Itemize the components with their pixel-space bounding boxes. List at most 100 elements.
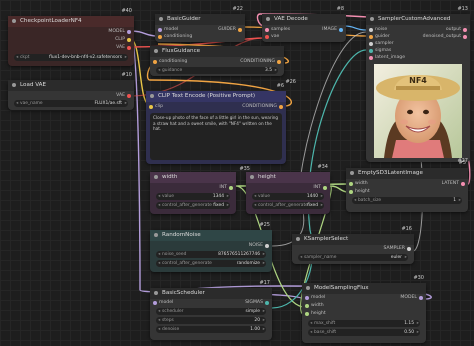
node-title[interactable]: EmptySD3LatentImage xyxy=(346,168,468,179)
node-title[interactable]: BasicGuider xyxy=(155,14,245,25)
control-after-generate-select[interactable]: ◂ control_after_generate fixed ▸ xyxy=(156,202,230,209)
node-graph-canvas[interactable]: #40 CheckpointLoaderNF4 MODEL CLIP VAE ◂… xyxy=(0,0,474,346)
arrow-right-icon[interactable]: ▸ xyxy=(263,317,265,324)
arrow-right-icon[interactable]: ▸ xyxy=(405,254,407,261)
output-socket-sampler[interactable] xyxy=(407,247,411,251)
arrow-left-icon[interactable]: ◂ xyxy=(158,260,160,267)
output-socket-latent[interactable] xyxy=(461,182,465,186)
collapse-dot-icon[interactable] xyxy=(150,94,154,98)
arrow-right-icon[interactable]: ▸ xyxy=(227,202,229,209)
batch-size-input[interactable]: ◂ batch_size 1 ▸ xyxy=(352,197,462,204)
ksampler-select-node[interactable]: #16 KSamplerSelect SAMPLER ◂ sampler_name… xyxy=(292,226,414,264)
input-socket-conditioning[interactable] xyxy=(158,35,162,39)
checkpoint-loader-node[interactable]: #40 CheckpointLoaderNF4 MODEL CLIP VAE ◂… xyxy=(8,8,134,66)
sampler-custom-advanced-node[interactable]: #13 SamplerCustomAdvanced noise guider s… xyxy=(366,6,470,164)
output-socket-int[interactable] xyxy=(323,186,327,190)
vae-decode-node[interactable]: #8 VAE Decode samples vae IMAGE xyxy=(262,6,346,42)
node-title[interactable]: CLIP Text Encode (Positive Prompt) xyxy=(146,91,286,102)
node-title[interactable]: CheckpointLoaderNF4 xyxy=(8,16,134,27)
sampler-name-selector[interactable]: ◂ sampler_name euler ▸ xyxy=(298,254,408,261)
arrow-right-icon[interactable]: ▸ xyxy=(321,202,323,209)
arrow-left-icon[interactable]: ◂ xyxy=(158,308,160,315)
output-socket-clip[interactable] xyxy=(127,38,131,42)
node-title[interactable]: ModelSamplingFlux xyxy=(302,283,426,294)
arrow-right-icon[interactable]: ▸ xyxy=(459,197,461,204)
collapse-dot-icon[interactable] xyxy=(306,286,310,290)
collapse-dot-icon[interactable] xyxy=(266,17,270,21)
node-title[interactable]: VAE Decode xyxy=(262,14,346,25)
collapse-dot-icon[interactable] xyxy=(350,171,354,175)
output-socket-denoised[interactable] xyxy=(463,35,467,39)
arrow-left-icon[interactable]: ◂ xyxy=(254,202,256,209)
arrow-right-icon[interactable]: ▸ xyxy=(263,260,265,267)
input-socket-model[interactable] xyxy=(158,28,162,32)
input-socket-guider[interactable] xyxy=(369,35,373,39)
input-socket-height[interactable] xyxy=(349,190,353,194)
arrow-right-icon[interactable]: ▸ xyxy=(263,326,265,333)
value-input[interactable]: ◂ value 1440 ▸ xyxy=(252,193,324,200)
noise-seed-input[interactable]: ◂ noise_seed 876576511267746 ▸ xyxy=(156,251,266,258)
collapse-dot-icon[interactable] xyxy=(154,233,158,237)
arrow-right-icon[interactable]: ▸ xyxy=(275,67,277,74)
node-title[interactable]: KSamplerSelect xyxy=(292,234,414,245)
scheduler-selector[interactable]: ◂ scheduler simple ▸ xyxy=(156,308,266,315)
output-socket-sigmas[interactable] xyxy=(265,301,269,305)
input-socket-latent[interactable] xyxy=(369,56,373,60)
width-node[interactable]: #35 width INT ◂ value 1344 ▸ ◂ control_after… xyxy=(150,166,250,214)
arrow-left-icon[interactable]: ◂ xyxy=(16,100,18,107)
flux-guidance-node[interactable]: #26 FluxGuidance conditioning CONDITIONI… xyxy=(150,46,296,85)
height-node[interactable]: #34 height INT ◂ value 1440 ▸ ◂ control_afte… xyxy=(246,164,330,214)
input-socket-clip[interactable] xyxy=(149,105,153,109)
max-shift-input[interactable]: ◂ max_shift 1.15 ▸ xyxy=(308,320,420,327)
arrow-right-icon[interactable]: ▸ xyxy=(125,100,127,107)
control-after-generate-select[interactable]: ◂ control_after_generate fixed ▸ xyxy=(252,202,324,209)
arrow-left-icon[interactable]: ◂ xyxy=(16,54,18,61)
input-socket-height[interactable] xyxy=(305,312,309,316)
arrow-right-icon[interactable]: ▸ xyxy=(321,193,323,200)
output-socket-image[interactable] xyxy=(339,28,343,32)
output-socket-vae[interactable] xyxy=(127,46,131,50)
collapse-dot-icon[interactable] xyxy=(154,175,158,179)
arrow-left-icon[interactable]: ◂ xyxy=(158,202,160,209)
arrow-left-icon[interactable]: ◂ xyxy=(310,320,312,327)
basic-scheduler-node[interactable]: #17 BasicScheduler model SIGMAS ◂ schedul… xyxy=(150,280,272,340)
collapse-dot-icon[interactable] xyxy=(296,237,300,241)
arrow-right-icon[interactable]: ▸ xyxy=(263,308,265,315)
input-socket-samples[interactable] xyxy=(265,28,269,32)
output-socket-vae[interactable] xyxy=(127,94,131,98)
arrow-left-icon[interactable]: ◂ xyxy=(300,254,302,261)
arrow-left-icon[interactable]: ◂ xyxy=(310,329,312,336)
node-title[interactable]: FluxGuidance xyxy=(150,46,284,57)
output-socket-model[interactable] xyxy=(127,30,131,34)
denoise-input[interactable]: ◂ denoise 1.00 ▸ xyxy=(156,326,266,333)
output-socket-int[interactable] xyxy=(229,186,233,190)
vae-name-selector[interactable]: ◂ vae_name FLUX1/ae.sft ▸ xyxy=(14,100,128,107)
input-socket-sampler[interactable] xyxy=(369,42,373,46)
output-socket-output[interactable] xyxy=(463,28,467,32)
node-title[interactable]: width xyxy=(150,172,236,183)
collapse-dot-icon[interactable] xyxy=(250,175,254,179)
input-socket-model[interactable] xyxy=(153,301,157,305)
arrow-left-icon[interactable]: ◂ xyxy=(158,67,160,74)
arrow-left-icon[interactable]: ◂ xyxy=(254,193,256,200)
arrow-left-icon[interactable]: ◂ xyxy=(158,251,160,258)
arrow-left-icon[interactable]: ◂ xyxy=(158,317,160,324)
output-socket-conditioning[interactable] xyxy=(277,60,281,64)
arrow-right-icon[interactable]: ▸ xyxy=(125,54,127,61)
arrow-left-icon[interactable]: ◂ xyxy=(354,197,356,204)
node-title[interactable]: RandomNoise xyxy=(150,230,272,241)
base-shift-input[interactable]: ◂ base_shift 0.50 ▸ xyxy=(308,329,420,336)
arrow-left-icon[interactable]: ◂ xyxy=(158,326,160,333)
guidance-slider[interactable]: ◂ guidance 3.5 ▸ xyxy=(156,67,278,74)
ckpt-selector[interactable]: ◂ ckpt flux1-dev-bnb-nf4-v2.safetensors ▸ xyxy=(14,54,128,61)
load-vae-node[interactable]: #10 Load VAE VAE ◂ vae_name FLUX1/ae.sft ▸ xyxy=(8,72,134,110)
input-socket-noise[interactable] xyxy=(369,28,373,32)
input-socket-conditioning[interactable] xyxy=(153,60,157,64)
output-socket-model[interactable] xyxy=(419,296,423,300)
collapse-dot-icon[interactable] xyxy=(12,19,16,23)
output-socket-noise[interactable] xyxy=(265,244,269,248)
control-after-generate-select[interactable]: ◂ control_after_generate randomize ▸ xyxy=(156,260,266,267)
clip-text-encode-node[interactable]: #6 CLIP Text Encode (Positive Prompt) cl… xyxy=(146,83,286,164)
arrow-right-icon[interactable]: ▸ xyxy=(417,329,419,336)
input-socket-vae[interactable] xyxy=(265,35,269,39)
